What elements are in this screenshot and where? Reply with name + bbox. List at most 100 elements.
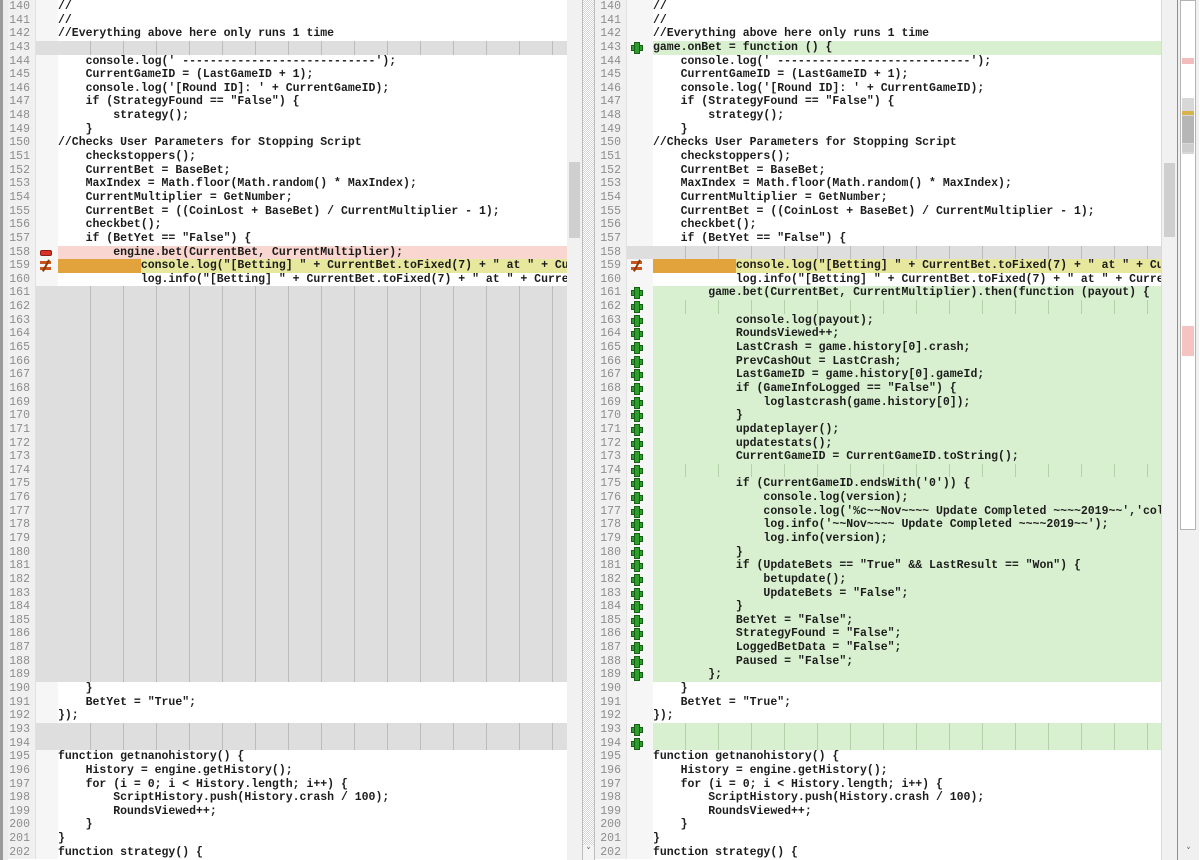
code-text: strategy(); bbox=[653, 109, 1161, 123]
code-line-left-197: 197 for (i = 0; i < History.length; i++)… bbox=[8, 778, 567, 792]
code-line-right-176: 176 console.log(version); bbox=[595, 491, 1161, 505]
code-text: log.info('~~Nov~~~~ Update Completed ~~~… bbox=[653, 518, 1161, 532]
window-left-edge bbox=[0, 0, 8, 860]
code-line-right-189: 189 }; bbox=[595, 668, 1161, 682]
line-number: 166 bbox=[8, 355, 36, 369]
diff-margin bbox=[627, 682, 653, 696]
code-line-left-185: 185 bbox=[8, 614, 567, 628]
line-number: 141 bbox=[8, 14, 36, 28]
line-number: 146 bbox=[595, 82, 627, 96]
code-line-left-150: 150//Checks User Parameters for Stopping… bbox=[8, 136, 567, 150]
code-text: BetYet = "True"; bbox=[653, 696, 1161, 710]
code-text: } bbox=[653, 546, 1161, 560]
added-plus-icon bbox=[631, 478, 643, 489]
code-line-left-151: 151 checkstoppers(); bbox=[8, 150, 567, 164]
diff-margin bbox=[627, 95, 653, 109]
code-text: } bbox=[58, 123, 567, 137]
code-line-left-168: 168 bbox=[8, 382, 567, 396]
line-number: 177 bbox=[595, 505, 627, 519]
code-text bbox=[58, 518, 567, 532]
right-scrollbar-thumb[interactable] bbox=[1164, 163, 1175, 237]
removed-diff-marker bbox=[1182, 58, 1194, 64]
diff-margin bbox=[36, 423, 58, 437]
navigation-document-map[interactable] bbox=[1180, 0, 1196, 530]
code-line-right-182: 182 betupdate(); bbox=[595, 573, 1161, 587]
code-text bbox=[58, 437, 567, 451]
added-plus-icon bbox=[631, 492, 643, 503]
code-text: CurrentBet = BaseBet; bbox=[58, 164, 567, 178]
line-number: 157 bbox=[8, 232, 36, 246]
code-text: game.bet(CurrentBet, CurrentMultiplier).… bbox=[653, 286, 1161, 300]
code-text: //Everything above here only runs 1 time bbox=[653, 27, 1161, 41]
code-line-left-199: 199 RoundsViewed++; bbox=[8, 805, 567, 819]
code-line-left-200: 200 } bbox=[8, 818, 567, 832]
line-number: 140 bbox=[595, 0, 627, 14]
diff-margin bbox=[36, 109, 58, 123]
line-number: 153 bbox=[595, 177, 627, 191]
left-scrollbar-thumb[interactable] bbox=[569, 162, 580, 238]
line-number: 158 bbox=[595, 246, 627, 260]
code-line-right-158: 158 bbox=[595, 246, 1161, 260]
diff-margin bbox=[627, 614, 653, 628]
added-plus-icon bbox=[631, 560, 643, 571]
code-text: ScriptHistory.push(History.crash / 100); bbox=[653, 791, 1161, 805]
line-number: 180 bbox=[8, 546, 36, 560]
code-line-left-147: 147 if (StrategyFound == "False") { bbox=[8, 95, 567, 109]
right-scrollbar[interactable] bbox=[1161, 0, 1177, 860]
code-text: for (i = 0; i < History.length; i++) { bbox=[653, 778, 1161, 792]
code-text: loglastcrash(game.history[0]); bbox=[653, 396, 1161, 410]
code-line-left-143: 143 bbox=[8, 41, 567, 55]
line-number: 142 bbox=[8, 27, 36, 41]
code-line-right-197: 197 for (i = 0; i < History.length; i++)… bbox=[595, 778, 1161, 792]
code-text bbox=[58, 491, 567, 505]
diff-margin bbox=[627, 355, 653, 369]
line-number: 179 bbox=[595, 532, 627, 546]
code-line-right-196: 196 History = engine.getHistory(); bbox=[595, 764, 1161, 778]
code-text: LastCrash = game.history[0].crash; bbox=[653, 341, 1161, 355]
diff-margin bbox=[627, 750, 653, 764]
line-number: 146 bbox=[8, 82, 36, 96]
code-line-left-202: 202function strategy() { bbox=[8, 846, 567, 860]
line-number: 164 bbox=[8, 327, 36, 341]
code-text: } bbox=[653, 818, 1161, 832]
line-number: 165 bbox=[595, 341, 627, 355]
code-line-right-155: 155 CurrentBet = ((CoinLost + BaseBet) /… bbox=[595, 205, 1161, 219]
code-line-right-160: 160 log.info("[Betting] " + CurrentBet.t… bbox=[595, 273, 1161, 287]
left-scroll-down-arrow-icon[interactable]: ˅ bbox=[583, 845, 594, 860]
code-line-right-156: 156 checkbet(); bbox=[595, 218, 1161, 232]
diff-margin bbox=[36, 68, 58, 82]
code-text bbox=[58, 559, 567, 573]
code-text: UpdateBets = "False"; bbox=[653, 587, 1161, 601]
line-number: 143 bbox=[595, 41, 627, 55]
code-text: engine.bet(CurrentBet, CurrentMultiplier… bbox=[58, 246, 567, 260]
code-line-right-190: 190 } bbox=[595, 682, 1161, 696]
line-number: 158 bbox=[8, 246, 36, 260]
code-text bbox=[58, 314, 567, 328]
code-line-right-180: 180 } bbox=[595, 546, 1161, 560]
added-plus-icon bbox=[631, 547, 643, 558]
code-text bbox=[653, 737, 1161, 751]
diff-margin bbox=[627, 409, 653, 423]
code-line-right-153: 153 MaxIndex = Math.floor(Math.random() … bbox=[595, 177, 1161, 191]
code-line-left-166: 166 bbox=[8, 355, 567, 369]
code-text: }; bbox=[653, 668, 1161, 682]
compare-navigation-bar[interactable]: ˅ bbox=[1177, 0, 1199, 860]
pane-splitter-scrollbar[interactable]: ˅ bbox=[582, 0, 595, 860]
diff-margin bbox=[627, 764, 653, 778]
code-line-right-141: 141// bbox=[595, 14, 1161, 28]
diff-margin bbox=[627, 423, 653, 437]
right-scroll-down-arrow-icon[interactable]: ˅ bbox=[1178, 845, 1199, 860]
code-line-left-171: 171 bbox=[8, 423, 567, 437]
code-line-left-196: 196 History = engine.getHistory(); bbox=[8, 764, 567, 778]
line-number: 143 bbox=[8, 41, 36, 55]
diff-margin bbox=[36, 668, 58, 682]
code-text bbox=[58, 396, 567, 410]
diff-margin bbox=[627, 300, 653, 314]
diff-margin bbox=[36, 14, 58, 28]
code-line-right-188: 188 Paused = "False"; bbox=[595, 655, 1161, 669]
added-plus-icon bbox=[631, 383, 643, 394]
code-line-right-163: 163 console.log(payout); bbox=[595, 314, 1161, 328]
code-text: } bbox=[58, 832, 567, 846]
left-scrollbar[interactable] bbox=[567, 0, 582, 860]
diff-margin bbox=[36, 641, 58, 655]
